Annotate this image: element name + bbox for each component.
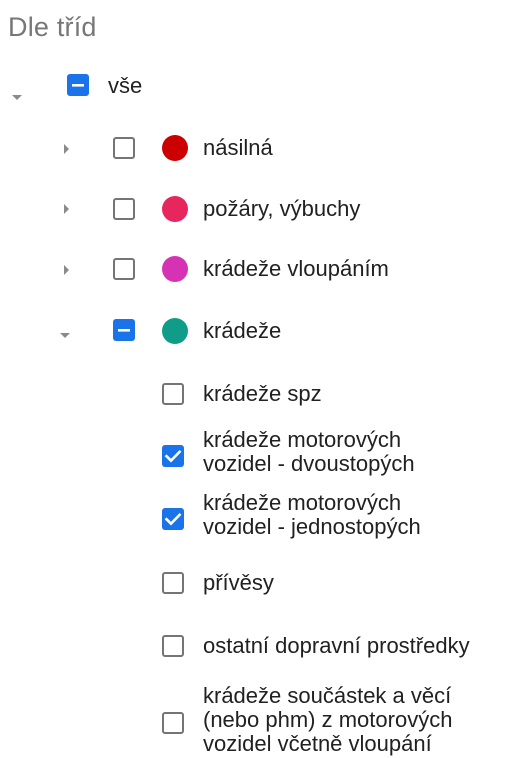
tree-root-label: vše xyxy=(108,73,143,98)
checkbox-subitem[interactable] xyxy=(162,712,184,734)
checkbox-subitem[interactable] xyxy=(162,508,184,530)
checkbox-subitem[interactable] xyxy=(162,445,184,467)
checkbox-nasilna[interactable] xyxy=(113,137,135,159)
check-icon xyxy=(164,449,182,463)
checkbox-subitem[interactable] xyxy=(162,572,184,594)
color-dot-icon xyxy=(162,196,188,222)
caret-down-icon[interactable] xyxy=(60,333,70,338)
subitem-label: přívěsy xyxy=(203,570,274,595)
caret-right-icon[interactable] xyxy=(64,204,69,214)
subitem-label: krádeže součástek a věcí (nebo phm) z mo… xyxy=(203,683,453,756)
category-label: násilná xyxy=(203,135,273,160)
checkbox-subitem[interactable] xyxy=(162,635,184,657)
color-dot-icon xyxy=(162,256,188,282)
category-label: krádeže vloupáním xyxy=(203,256,389,281)
category-label: krádeže xyxy=(203,318,282,343)
color-dot-icon xyxy=(162,135,188,161)
panel-title: Dle tříd xyxy=(8,12,97,42)
checkbox-pozary[interactable] xyxy=(113,198,135,220)
caret-right-icon[interactable] xyxy=(64,144,69,154)
subitem-label: krádeže motorových vozidel - jednostopýc… xyxy=(203,490,421,539)
checkbox-kradeze[interactable] xyxy=(113,319,135,341)
checkbox-kradeze-vloupanim[interactable] xyxy=(113,258,135,280)
caret-right-icon[interactable] xyxy=(64,265,69,275)
checkbox-all[interactable] xyxy=(67,74,89,96)
checkbox-subitem[interactable] xyxy=(162,383,184,405)
color-dot-icon xyxy=(162,318,188,344)
category-label: požáry, výbuchy xyxy=(203,196,361,221)
check-icon xyxy=(164,512,182,526)
caret-down-icon[interactable] xyxy=(12,95,22,100)
minus-icon xyxy=(118,329,130,332)
subitem-label: ostatní dopravní prostředky xyxy=(203,633,470,658)
minus-icon xyxy=(72,84,84,87)
subitem-label: krádeže spz xyxy=(203,381,322,406)
subitem-label: krádeže motorových vozidel - dvoustopých xyxy=(203,427,415,476)
